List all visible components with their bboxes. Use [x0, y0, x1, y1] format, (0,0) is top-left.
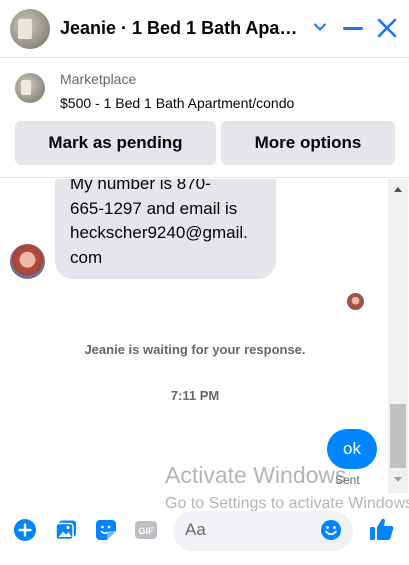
scroll-down-arrow[interactable] [394, 477, 402, 482]
avatar[interactable] [10, 9, 50, 49]
scrollbar-thumb[interactable] [390, 404, 406, 468]
gif-icon[interactable]: GIF [134, 518, 158, 542]
incoming-message[interactable]: My number is 870- 665-1297 and email is … [55, 179, 276, 279]
minimize-icon[interactable] [343, 27, 363, 30]
photo-icon[interactable] [54, 518, 78, 542]
waiting-notice: Jeanie is waiting for your response. [84, 342, 306, 357]
emoji-icon[interactable] [320, 519, 342, 541]
listing-thumbnail[interactable] [15, 73, 45, 103]
seen-avatar [347, 293, 364, 310]
message-list[interactable]: My number is 870- 665-1297 and email is … [0, 179, 409, 493]
message-line: My number is 870- [70, 179, 211, 193]
message-line: 665-1297 and email is [70, 198, 238, 218]
listing-title[interactable]: $500 - 1 Bed 1 Bath Apartment/condo [60, 95, 294, 111]
chat-title[interactable]: Jeanie · 1 Bed 1 Bath Apart… [60, 18, 300, 39]
message-input-placeholder: Aa [185, 520, 206, 539]
like-icon[interactable] [368, 515, 396, 543]
scrollbar[interactable] [388, 179, 408, 493]
message-line: com [70, 247, 103, 267]
chevron-down-icon[interactable] [311, 18, 329, 36]
gif-label: GIF [139, 526, 155, 536]
mark-as-pending-button[interactable]: Mark as pending [15, 121, 216, 165]
plus-icon[interactable] [13, 518, 37, 542]
sender-avatar[interactable] [10, 244, 45, 279]
more-options-button[interactable]: More options [221, 121, 395, 165]
activate-windows-title: Activate Windows [165, 462, 347, 488]
scroll-up-arrow[interactable] [394, 187, 402, 192]
marketplace-label: Marketplace [60, 71, 137, 87]
chat-header: Jeanie · 1 Bed 1 Bath Apart… [0, 0, 409, 58]
close-icon[interactable] [376, 17, 398, 39]
marketplace-banner: Marketplace $500 - 1 Bed 1 Bath Apartmen… [0, 58, 409, 178]
sticker-icon[interactable] [94, 518, 118, 542]
message-line: heckscher9240@gmail. [70, 223, 248, 242]
messenger-chat-window: Jeanie · 1 Bed 1 Bath Apart… Marketplace… [0, 0, 409, 565]
message-timestamp: 7:11 PM [170, 388, 220, 403]
